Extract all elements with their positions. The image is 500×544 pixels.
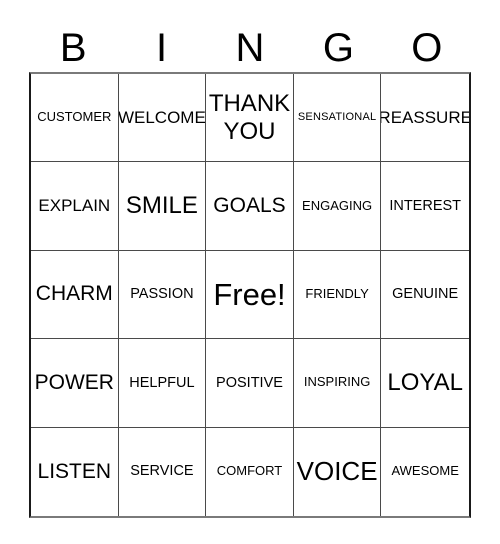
bingo-cell[interactable]: GENUINE	[381, 251, 469, 340]
bingo-grid: CUSTOMER WELCOME THANK YOU SENSATIONAL REASS…	[29, 72, 471, 518]
bingo-cell[interactable]: SMILE	[118, 162, 207, 251]
header-letter-n: N	[235, 26, 265, 70]
bingo-cell[interactable]: HELPFUL	[118, 339, 207, 428]
bingo-cell[interactable]: REASSURE	[381, 74, 469, 163]
bingo-cell[interactable]: LOYAL	[381, 339, 469, 428]
bingo-cell[interactable]: INSPIRING	[293, 339, 382, 428]
header-letter-i: I	[156, 26, 168, 70]
bingo-cell[interactable]: WELCOME	[118, 74, 207, 163]
bingo-cell[interactable]: COMFORT	[206, 427, 294, 516]
bingo-cell[interactable]: THANK YOU	[206, 74, 294, 163]
header-letter-g: G	[322, 26, 354, 70]
bingo-cell-free-space[interactable]: Free!	[206, 250, 294, 340]
bingo-cell[interactable]: VOICE	[294, 427, 382, 516]
bingo-cell[interactable]: FRIENDLY	[293, 250, 382, 340]
bingo-cell[interactable]: LISTEN	[31, 427, 119, 516]
bingo-cell[interactable]: SENSATIONAL	[293, 74, 382, 163]
bingo-cell[interactable]: CUSTOMER	[31, 74, 119, 163]
bingo-cell[interactable]: INTEREST	[381, 162, 469, 251]
bingo-cell[interactable]: GOALS	[206, 162, 294, 251]
bingo-cell[interactable]: PASSION	[118, 250, 207, 340]
bingo-card: B I N G O CUSTOMER WELCOME THANK YOU SENSAT…	[29, 12, 471, 518]
bingo-cell[interactable]: AWESOME	[381, 428, 469, 516]
bingo-cell[interactable]: ENGAGING	[293, 162, 382, 251]
header-letter-o: O	[411, 26, 443, 70]
bingo-cell[interactable]: SERVICE	[119, 427, 207, 516]
bingo-cell[interactable]: POWER	[31, 339, 119, 428]
bingo-header: B I N G O	[29, 12, 471, 72]
header-letter-b: B	[59, 26, 87, 70]
bingo-cell[interactable]: POSITIVE	[206, 339, 294, 428]
bingo-cell[interactable]: CHARM	[31, 250, 119, 340]
bingo-cell[interactable]: EXPLAIN	[31, 162, 119, 251]
